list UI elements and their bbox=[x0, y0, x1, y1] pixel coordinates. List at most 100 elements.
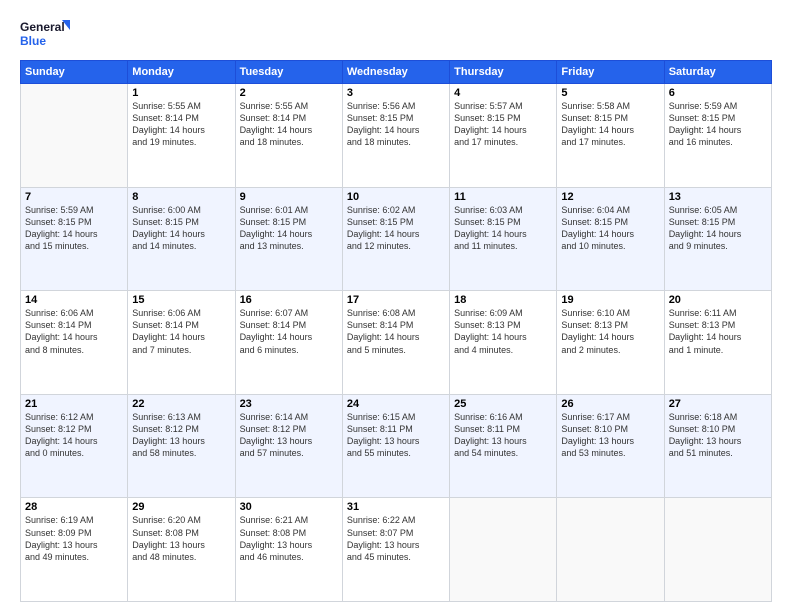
day-number: 31 bbox=[347, 501, 445, 513]
day-number: 17 bbox=[347, 294, 445, 306]
day-number: 7 bbox=[25, 191, 123, 203]
calendar-cell bbox=[450, 498, 557, 602]
day-info: Sunrise: 6:15 AM Sunset: 8:11 PM Dayligh… bbox=[347, 411, 445, 460]
day-info: Sunrise: 6:20 AM Sunset: 8:08 PM Dayligh… bbox=[132, 514, 230, 563]
calendar-cell: 26Sunrise: 6:17 AM Sunset: 8:10 PM Dayli… bbox=[557, 394, 664, 498]
calendar-cell: 15Sunrise: 6:06 AM Sunset: 8:14 PM Dayli… bbox=[128, 291, 235, 395]
day-number: 16 bbox=[240, 294, 338, 306]
day-number: 29 bbox=[132, 501, 230, 513]
day-number: 8 bbox=[132, 191, 230, 203]
calendar-cell: 7Sunrise: 5:59 AM Sunset: 8:15 PM Daylig… bbox=[21, 187, 128, 291]
calendar-cell: 25Sunrise: 6:16 AM Sunset: 8:11 PM Dayli… bbox=[450, 394, 557, 498]
day-number: 19 bbox=[561, 294, 659, 306]
day-number: 3 bbox=[347, 87, 445, 99]
calendar-cell: 16Sunrise: 6:07 AM Sunset: 8:14 PM Dayli… bbox=[235, 291, 342, 395]
calendar-header-thursday: Thursday bbox=[450, 61, 557, 84]
day-info: Sunrise: 5:59 AM Sunset: 8:15 PM Dayligh… bbox=[25, 204, 123, 253]
day-info: Sunrise: 6:04 AM Sunset: 8:15 PM Dayligh… bbox=[561, 204, 659, 253]
day-info: Sunrise: 6:09 AM Sunset: 8:13 PM Dayligh… bbox=[454, 307, 552, 356]
header: General Blue bbox=[20, 16, 772, 52]
day-info: Sunrise: 6:06 AM Sunset: 8:14 PM Dayligh… bbox=[25, 307, 123, 356]
calendar-cell: 3Sunrise: 5:56 AM Sunset: 8:15 PM Daylig… bbox=[342, 84, 449, 188]
calendar-header-saturday: Saturday bbox=[664, 61, 771, 84]
day-number: 30 bbox=[240, 501, 338, 513]
calendar-cell: 17Sunrise: 6:08 AM Sunset: 8:14 PM Dayli… bbox=[342, 291, 449, 395]
day-info: Sunrise: 6:16 AM Sunset: 8:11 PM Dayligh… bbox=[454, 411, 552, 460]
day-info: Sunrise: 6:12 AM Sunset: 8:12 PM Dayligh… bbox=[25, 411, 123, 460]
calendar-week-row: 1Sunrise: 5:55 AM Sunset: 8:14 PM Daylig… bbox=[21, 84, 772, 188]
calendar-cell: 18Sunrise: 6:09 AM Sunset: 8:13 PM Dayli… bbox=[450, 291, 557, 395]
day-info: Sunrise: 6:18 AM Sunset: 8:10 PM Dayligh… bbox=[669, 411, 767, 460]
day-number: 4 bbox=[454, 87, 552, 99]
day-info: Sunrise: 6:13 AM Sunset: 8:12 PM Dayligh… bbox=[132, 411, 230, 460]
day-info: Sunrise: 5:56 AM Sunset: 8:15 PM Dayligh… bbox=[347, 100, 445, 149]
day-number: 1 bbox=[132, 87, 230, 99]
day-number: 21 bbox=[25, 398, 123, 410]
calendar-cell: 22Sunrise: 6:13 AM Sunset: 8:12 PM Dayli… bbox=[128, 394, 235, 498]
svg-text:Blue: Blue bbox=[20, 34, 46, 48]
calendar-cell: 29Sunrise: 6:20 AM Sunset: 8:08 PM Dayli… bbox=[128, 498, 235, 602]
day-number: 18 bbox=[454, 294, 552, 306]
day-info: Sunrise: 5:55 AM Sunset: 8:14 PM Dayligh… bbox=[240, 100, 338, 149]
day-number: 20 bbox=[669, 294, 767, 306]
day-number: 6 bbox=[669, 87, 767, 99]
day-info: Sunrise: 5:59 AM Sunset: 8:15 PM Dayligh… bbox=[669, 100, 767, 149]
day-info: Sunrise: 5:58 AM Sunset: 8:15 PM Dayligh… bbox=[561, 100, 659, 149]
day-number: 22 bbox=[132, 398, 230, 410]
calendar-cell: 20Sunrise: 6:11 AM Sunset: 8:13 PM Dayli… bbox=[664, 291, 771, 395]
logo: General Blue bbox=[20, 16, 70, 52]
calendar-cell: 5Sunrise: 5:58 AM Sunset: 8:15 PM Daylig… bbox=[557, 84, 664, 188]
calendar-cell: 14Sunrise: 6:06 AM Sunset: 8:14 PM Dayli… bbox=[21, 291, 128, 395]
day-number: 12 bbox=[561, 191, 659, 203]
calendar-cell bbox=[664, 498, 771, 602]
day-number: 28 bbox=[25, 501, 123, 513]
day-info: Sunrise: 6:21 AM Sunset: 8:08 PM Dayligh… bbox=[240, 514, 338, 563]
calendar-cell: 21Sunrise: 6:12 AM Sunset: 8:12 PM Dayli… bbox=[21, 394, 128, 498]
day-number: 5 bbox=[561, 87, 659, 99]
calendar-week-row: 14Sunrise: 6:06 AM Sunset: 8:14 PM Dayli… bbox=[21, 291, 772, 395]
day-number: 26 bbox=[561, 398, 659, 410]
calendar-cell: 9Sunrise: 6:01 AM Sunset: 8:15 PM Daylig… bbox=[235, 187, 342, 291]
calendar-header-tuesday: Tuesday bbox=[235, 61, 342, 84]
page: General Blue SundayMondayTuesdayWednesda… bbox=[0, 0, 792, 612]
day-info: Sunrise: 5:57 AM Sunset: 8:15 PM Dayligh… bbox=[454, 100, 552, 149]
day-info: Sunrise: 6:19 AM Sunset: 8:09 PM Dayligh… bbox=[25, 514, 123, 563]
calendar-header-monday: Monday bbox=[128, 61, 235, 84]
day-info: Sunrise: 6:10 AM Sunset: 8:13 PM Dayligh… bbox=[561, 307, 659, 356]
day-number: 11 bbox=[454, 191, 552, 203]
day-info: Sunrise: 6:00 AM Sunset: 8:15 PM Dayligh… bbox=[132, 204, 230, 253]
calendar-cell: 27Sunrise: 6:18 AM Sunset: 8:10 PM Dayli… bbox=[664, 394, 771, 498]
calendar-cell: 19Sunrise: 6:10 AM Sunset: 8:13 PM Dayli… bbox=[557, 291, 664, 395]
logo-svg: General Blue bbox=[20, 16, 70, 52]
day-number: 10 bbox=[347, 191, 445, 203]
day-number: 13 bbox=[669, 191, 767, 203]
calendar-cell: 13Sunrise: 6:05 AM Sunset: 8:15 PM Dayli… bbox=[664, 187, 771, 291]
day-info: Sunrise: 6:02 AM Sunset: 8:15 PM Dayligh… bbox=[347, 204, 445, 253]
calendar-week-row: 21Sunrise: 6:12 AM Sunset: 8:12 PM Dayli… bbox=[21, 394, 772, 498]
calendar-cell: 6Sunrise: 5:59 AM Sunset: 8:15 PM Daylig… bbox=[664, 84, 771, 188]
day-number: 14 bbox=[25, 294, 123, 306]
calendar-cell: 28Sunrise: 6:19 AM Sunset: 8:09 PM Dayli… bbox=[21, 498, 128, 602]
calendar-cell: 23Sunrise: 6:14 AM Sunset: 8:12 PM Dayli… bbox=[235, 394, 342, 498]
day-info: Sunrise: 5:55 AM Sunset: 8:14 PM Dayligh… bbox=[132, 100, 230, 149]
day-info: Sunrise: 6:01 AM Sunset: 8:15 PM Dayligh… bbox=[240, 204, 338, 253]
day-number: 24 bbox=[347, 398, 445, 410]
calendar-cell: 8Sunrise: 6:00 AM Sunset: 8:15 PM Daylig… bbox=[128, 187, 235, 291]
day-number: 27 bbox=[669, 398, 767, 410]
calendar-cell bbox=[21, 84, 128, 188]
day-info: Sunrise: 6:17 AM Sunset: 8:10 PM Dayligh… bbox=[561, 411, 659, 460]
calendar-header-friday: Friday bbox=[557, 61, 664, 84]
day-number: 23 bbox=[240, 398, 338, 410]
day-info: Sunrise: 6:05 AM Sunset: 8:15 PM Dayligh… bbox=[669, 204, 767, 253]
day-number: 2 bbox=[240, 87, 338, 99]
calendar-header-sunday: Sunday bbox=[21, 61, 128, 84]
calendar-week-row: 7Sunrise: 5:59 AM Sunset: 8:15 PM Daylig… bbox=[21, 187, 772, 291]
day-number: 15 bbox=[132, 294, 230, 306]
day-info: Sunrise: 6:08 AM Sunset: 8:14 PM Dayligh… bbox=[347, 307, 445, 356]
calendar-header-row: SundayMondayTuesdayWednesdayThursdayFrid… bbox=[21, 61, 772, 84]
calendar-header-wednesday: Wednesday bbox=[342, 61, 449, 84]
calendar-cell: 2Sunrise: 5:55 AM Sunset: 8:14 PM Daylig… bbox=[235, 84, 342, 188]
calendar-week-row: 28Sunrise: 6:19 AM Sunset: 8:09 PM Dayli… bbox=[21, 498, 772, 602]
day-info: Sunrise: 6:07 AM Sunset: 8:14 PM Dayligh… bbox=[240, 307, 338, 356]
day-info: Sunrise: 6:22 AM Sunset: 8:07 PM Dayligh… bbox=[347, 514, 445, 563]
